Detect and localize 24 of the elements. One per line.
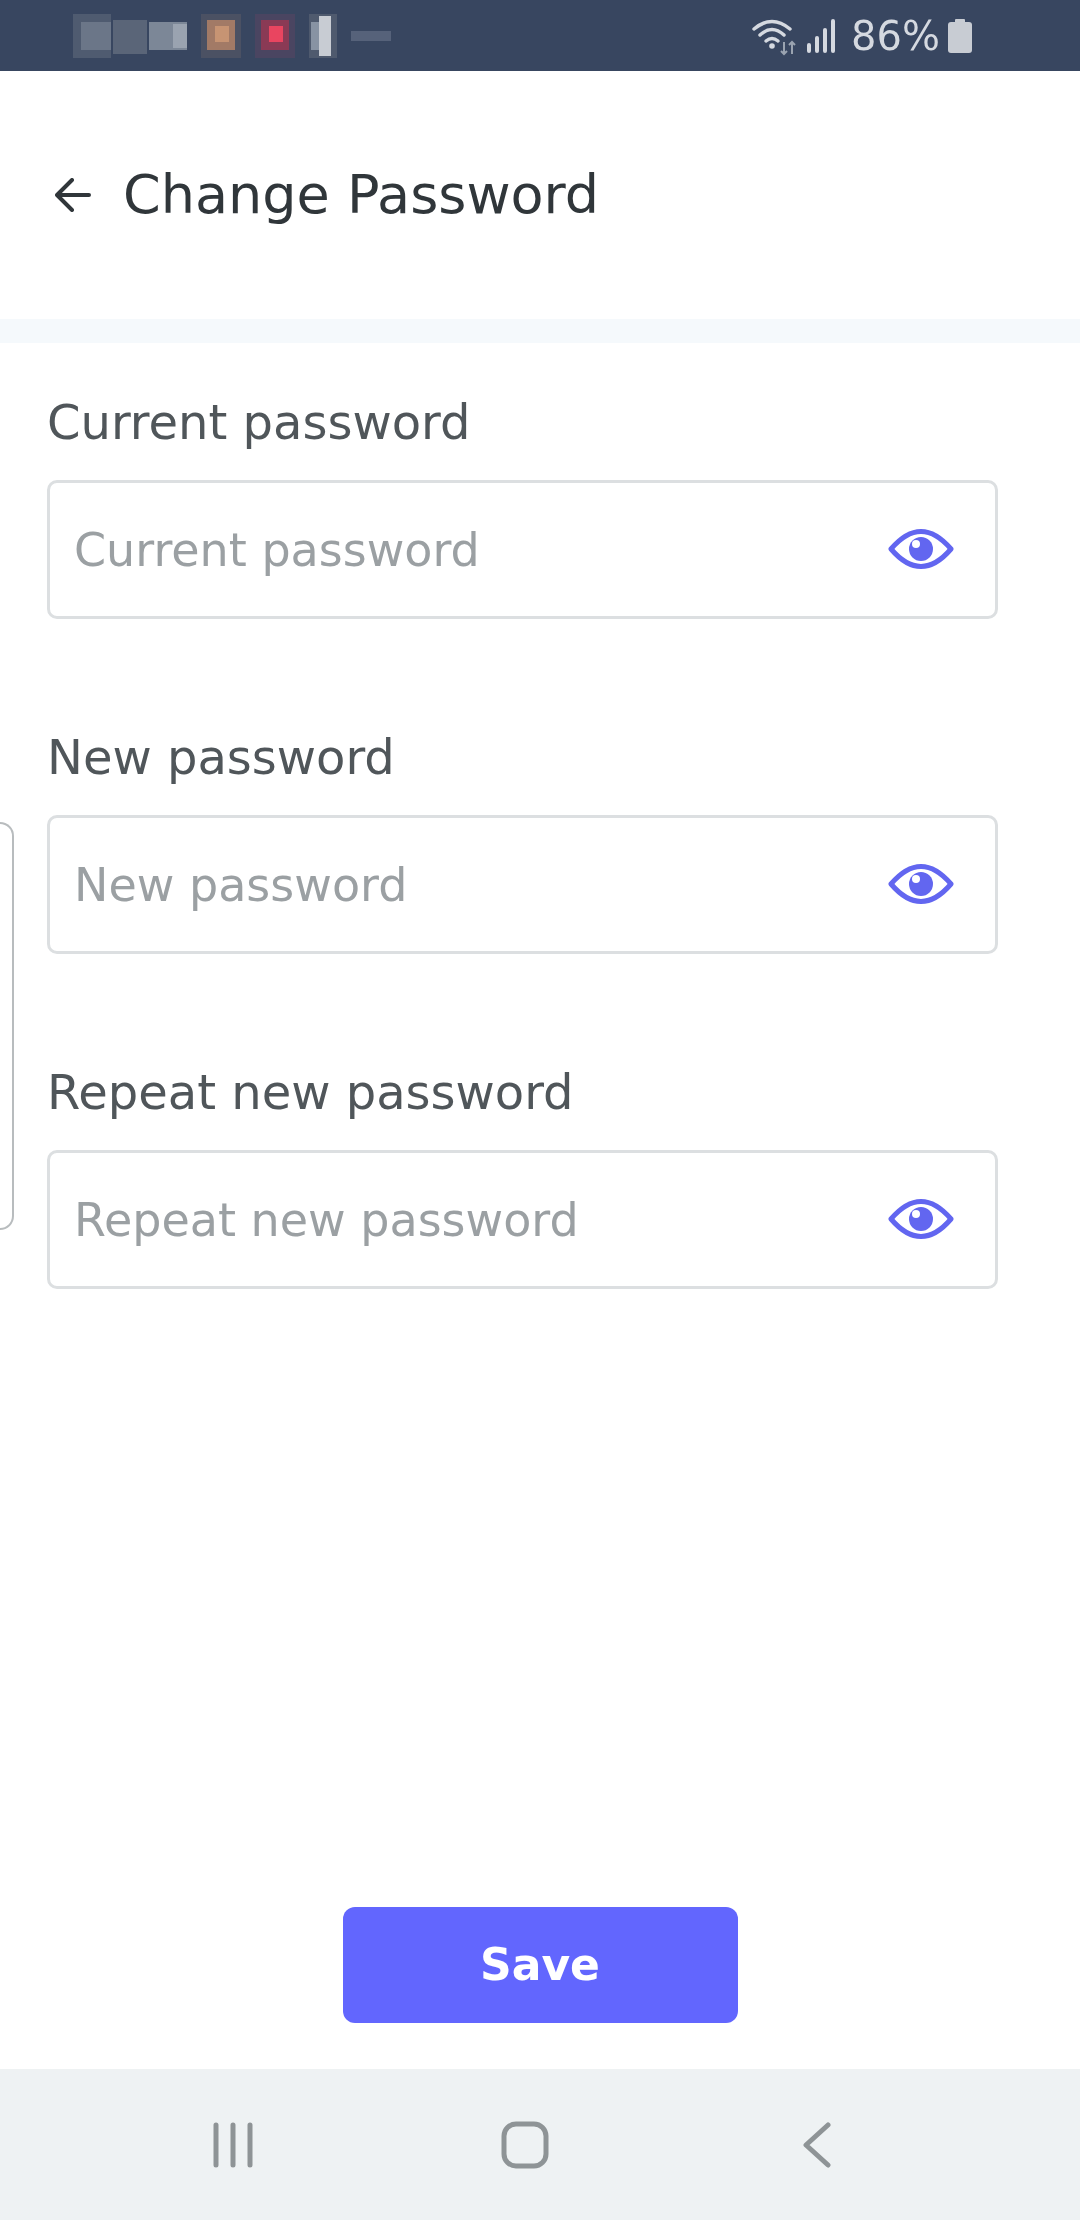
home-icon[interactable] bbox=[501, 2120, 549, 2169]
battery-icon bbox=[948, 18, 972, 53]
password-field[interactable]: Repeat new password bbox=[47, 1150, 998, 1289]
pixelated-icon bbox=[201, 13, 241, 58]
pixelated-icon bbox=[309, 13, 337, 58]
page-title: Change Password bbox=[123, 168, 600, 222]
eye-icon[interactable] bbox=[888, 1196, 954, 1242]
field-label: New password bbox=[47, 731, 396, 784]
field-label: Repeat new password bbox=[47, 1066, 575, 1119]
battery-percentage: 86% bbox=[851, 15, 940, 56]
pixelated-icon bbox=[351, 30, 391, 41]
password-field[interactable]: New password bbox=[47, 815, 998, 954]
back-arrow-icon[interactable] bbox=[55, 178, 91, 212]
edge-panel-handle[interactable] bbox=[0, 822, 14, 1230]
save-button[interactable]: Save bbox=[342, 1907, 738, 2023]
password-field[interactable]: Current password bbox=[47, 480, 998, 619]
pixelated-icon bbox=[73, 13, 187, 58]
eye-icon[interactable] bbox=[888, 526, 954, 572]
field-label: Current password bbox=[47, 396, 472, 449]
pixelated-icon bbox=[255, 13, 295, 58]
eye-icon[interactable] bbox=[888, 861, 954, 907]
signal-icon bbox=[807, 18, 838, 53]
recent-apps-icon[interactable] bbox=[213, 2121, 253, 2168]
back-icon[interactable] bbox=[803, 2121, 831, 2168]
